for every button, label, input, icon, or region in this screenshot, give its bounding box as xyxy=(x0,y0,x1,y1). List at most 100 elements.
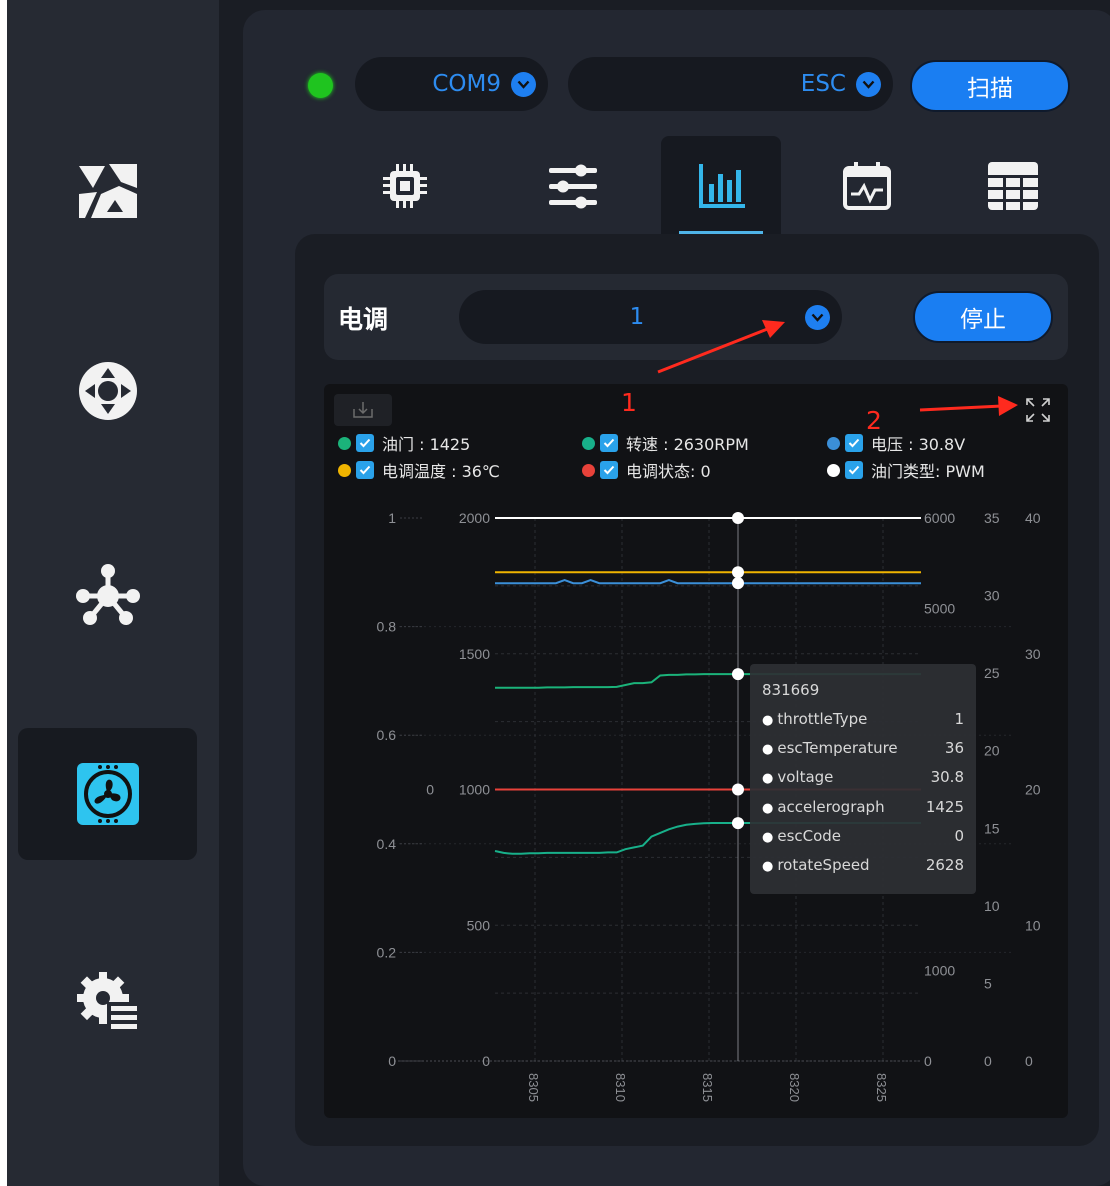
port-value: COM9 xyxy=(432,71,501,97)
highlight-point xyxy=(732,668,744,681)
telemetry-section: 电调 1 停止 油门: 1425 转速: 2630RPM 电压: 30.8… xyxy=(295,234,1099,1146)
axis-tick-label: 6000 xyxy=(924,510,955,526)
port-select[interactable]: COM9 xyxy=(355,57,548,111)
axis-tick-label: 35 xyxy=(984,510,1000,526)
app-window: COM9 ESC 扫描 电调 1 停止 油门: 1425 转速: 2630R… xyxy=(7,0,1110,1186)
axis-tick-label: 10 xyxy=(984,898,1000,914)
axis-tick-label: 20 xyxy=(1025,782,1041,798)
axis-tick-label: 15 xyxy=(984,820,1000,836)
tab-log[interactable] xyxy=(807,136,927,236)
tooltip-row: throttleType 1 xyxy=(762,710,964,728)
sidebar-item-joystick[interactable] xyxy=(18,325,197,457)
axis-tick-label: 20 xyxy=(984,743,1000,759)
axis-tick-label: 0.4 xyxy=(377,836,397,852)
axis-tick-label: 0.8 xyxy=(377,619,397,635)
chart-tooltip: 831669 throttleType 1 escTemperature 36 vo… xyxy=(750,664,976,894)
tooltip-value: 1 xyxy=(954,710,964,728)
tooltip-value: 1425 xyxy=(925,798,964,816)
sidebar-item-map[interactable] xyxy=(18,125,197,257)
gear-list-icon xyxy=(76,972,139,1032)
stop-button[interactable]: 停止 xyxy=(913,291,1053,343)
tooltip-row: voltage 30.8 xyxy=(762,768,964,786)
bar-chart-icon xyxy=(699,164,745,208)
esc-label: 电调 xyxy=(338,305,389,334)
axis-tick-label: 0 xyxy=(482,1053,490,1069)
chevron-down-icon xyxy=(856,71,881,97)
axis-tick-label: 0 xyxy=(924,1053,932,1069)
tooltip-value: 30.8 xyxy=(930,768,964,786)
axis-tick-label: 40 xyxy=(1025,510,1041,526)
highlight-point xyxy=(732,566,744,579)
axis-tick-label: 2000 xyxy=(459,510,490,526)
axis-tick-label: 25 xyxy=(984,665,1000,681)
x-tick-label: 8305 xyxy=(526,1073,541,1102)
sidebar-item-settings[interactable] xyxy=(18,935,197,1067)
axis-tick-label: 0.2 xyxy=(377,944,397,960)
chevron-down-icon xyxy=(805,304,830,330)
fan-esc-icon xyxy=(76,763,139,825)
sidebar xyxy=(7,0,219,1186)
telemetry-chart: 油门 : 1425 转速 : 2630RPM 电压 : 30.8V 电调温度 : 36… xyxy=(324,384,1068,1118)
axis-tick-label: 0 xyxy=(984,1053,992,1069)
tooltip-value: 2628 xyxy=(925,856,964,874)
series-line xyxy=(495,579,921,585)
esc-select-value: 1 xyxy=(629,304,645,330)
tooltip-key: accelerograph xyxy=(762,798,884,816)
axis-tick-label: 1000 xyxy=(459,782,490,798)
axis-tick-label: 500 xyxy=(467,917,491,933)
drone-hub-icon xyxy=(75,564,140,625)
tooltip-title: 831669 xyxy=(762,681,820,699)
tooltip-row: accelerograph 1425 xyxy=(762,798,964,816)
tab-table[interactable] xyxy=(953,136,1073,236)
map-triangle-icon xyxy=(78,164,137,218)
tooltip-row: rotateSpeed 2628 xyxy=(762,856,964,874)
esc-select[interactable]: 1 xyxy=(459,290,842,344)
tooltip-value: 36 xyxy=(944,739,964,757)
highlight-point xyxy=(732,817,744,830)
chip-icon xyxy=(383,164,427,208)
highlight-point xyxy=(732,512,744,524)
connection-bar: COM9 ESC 扫描 xyxy=(243,10,1110,120)
axis-tick-label: 1000 xyxy=(924,963,955,979)
scan-button[interactable]: 扫描 xyxy=(910,60,1070,112)
sidebar-item-network[interactable] xyxy=(18,530,197,662)
sliders-icon xyxy=(549,164,597,209)
sidebar-item-esc[interactable] xyxy=(18,728,197,860)
joystick-icon xyxy=(78,362,137,420)
device-select[interactable]: ESC xyxy=(568,57,893,111)
tab-bar xyxy=(243,130,1110,240)
annotation-marker-1: 1 xyxy=(621,388,637,417)
axis-tick-label: 0.6 xyxy=(377,727,397,743)
axis-tick-label: 0 xyxy=(1025,1053,1033,1069)
axis-tick-label: 30 xyxy=(1025,646,1041,662)
tooltip-row: escCode 0 xyxy=(762,827,964,845)
x-tick-label: 8310 xyxy=(613,1073,628,1102)
tooltip-row: escTemperature 36 xyxy=(762,739,964,757)
chevron-down-icon xyxy=(511,71,536,97)
tab-parameters[interactable] xyxy=(513,136,633,236)
axis-tick-label: 5000 xyxy=(924,601,955,617)
tab-chart[interactable] xyxy=(661,136,781,236)
axis-tick-label: 10 xyxy=(1025,917,1041,933)
axis-tick-label: 0 xyxy=(426,782,434,798)
connection-status-indicator xyxy=(308,73,333,98)
axis-tick-label: 30 xyxy=(984,588,1000,604)
axis-tick-label: 5 xyxy=(984,975,992,991)
tooltip-key: rotateSpeed xyxy=(762,856,869,874)
x-tick-label: 8315 xyxy=(700,1073,715,1102)
device-value: ESC xyxy=(800,71,846,97)
x-tick-label: 8320 xyxy=(787,1073,802,1102)
highlight-point xyxy=(732,577,744,590)
axis-tick-label: 1 xyxy=(388,510,396,526)
tooltip-key: escCode xyxy=(762,827,841,845)
highlight-point xyxy=(732,783,744,796)
axis-tick-label: 1500 xyxy=(459,646,490,662)
tooltip-key: throttleType xyxy=(762,710,867,728)
annotation-marker-2: 2 xyxy=(866,406,882,435)
table-icon xyxy=(988,162,1038,210)
main-panel: COM9 ESC 扫描 电调 1 停止 油门: 1425 转速: 2630R… xyxy=(243,10,1110,1186)
tooltip-value: 0 xyxy=(954,827,964,845)
axis-tick-label: 0 xyxy=(388,1053,396,1069)
tooltip-key: escTemperature xyxy=(762,739,897,757)
tab-device-info[interactable] xyxy=(345,136,465,236)
